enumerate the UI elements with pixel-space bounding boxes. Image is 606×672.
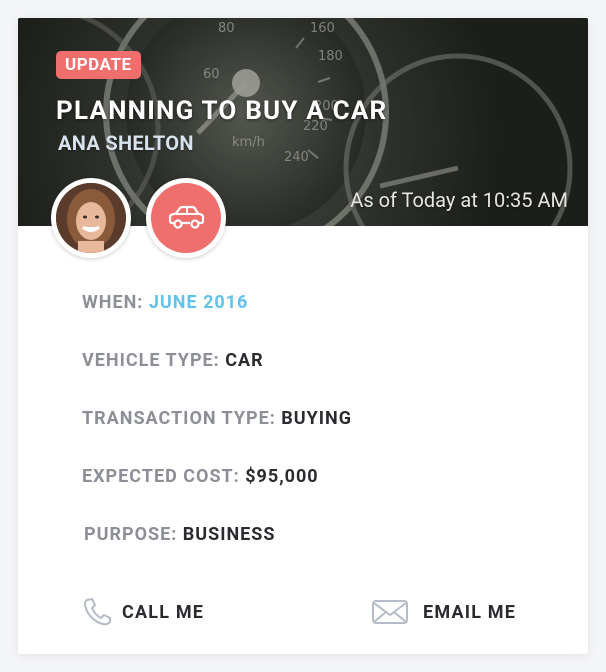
person-name: ANA SHELTON [58, 131, 194, 155]
transaction-type-label: TRANSACTION TYPE: [82, 408, 276, 429]
detail-expected-cost: EXPECTED COST: $95,000 [82, 466, 319, 487]
detail-when: WHEN: JUNE 2016 [82, 292, 248, 313]
detail-purpose: PURPOSE: BUSINESS [84, 524, 275, 545]
email-me-label: EMAIL ME [423, 601, 517, 623]
envelope-icon [372, 600, 408, 624]
purpose-value: BUSINESS [182, 524, 276, 545]
detail-vehicle-type: VEHICLE TYPE: CAR [82, 350, 264, 371]
call-me-label: CALL ME [122, 601, 205, 623]
avatar[interactable] [51, 178, 131, 258]
vehicle-type-value: CAR [225, 350, 264, 371]
car-icon [168, 205, 205, 229]
card-title: PLANNING TO BUY A CAR [56, 96, 388, 126]
phone-icon [84, 598, 111, 626]
vehicle-type-label: VEHICLE TYPE: [82, 350, 220, 371]
purpose-label: PURPOSE: [84, 524, 178, 545]
expected-cost-label: EXPECTED COST: [82, 466, 240, 487]
vehicle-category-badge [146, 178, 226, 258]
when-label: WHEN: [82, 292, 144, 313]
detail-transaction-type: TRANSACTION TYPE: BUYING [82, 408, 352, 429]
when-value: JUNE 2016 [148, 292, 249, 313]
activity-card: 80 160 60 180 200 220 240 km/h UPDA [18, 18, 588, 654]
call-me-button[interactable]: CALL ME [82, 592, 204, 632]
update-badge: UPDATE [56, 51, 141, 79]
timestamp: As of Today at 10:35 AM [350, 188, 568, 212]
email-me-button[interactable]: EMAIL ME [371, 592, 516, 632]
expected-cost-value: $95,000 [245, 466, 319, 487]
transaction-type-value: BUYING [281, 408, 353, 429]
user-photo-icon [56, 183, 126, 253]
